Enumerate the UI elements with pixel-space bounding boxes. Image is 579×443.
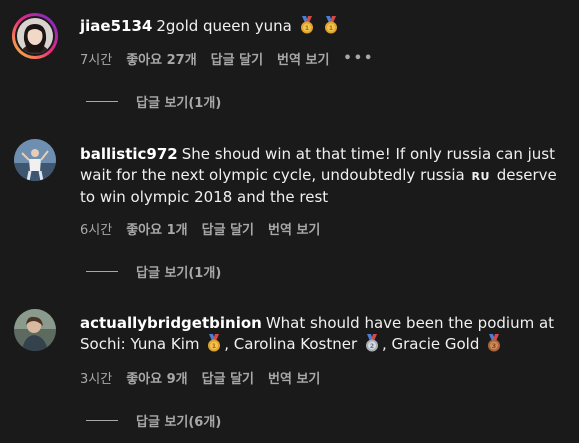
comment-meta: 3시간 좋아요 9개 답글 달기 번역 보기 [80,368,334,387]
gold-medal-icon: 1 [299,16,315,34]
view-replies-label: 답글 보기(1개) [136,266,222,281]
comment-meta: 7시간 좋아요 27개 답글 달기 번역 보기 ••• [80,49,388,68]
comment-text: jiae5134 2gold queen yuna 1 1 [80,16,560,37]
bronze-medal-icon: 3 [486,334,502,352]
svg-text:2: 2 [370,343,374,350]
avatar-ballistic972[interactable] [14,139,56,181]
view-replies-button[interactable]: 답글 보기(1개) [86,92,221,111]
avatar-jiae5134[interactable] [12,13,58,59]
divider-line [86,101,118,102]
comment-text: actuallybridgetbinion What should have be… [80,313,560,355]
russia-flag-icon: RU [471,170,490,183]
likes-count[interactable]: 좋아요 1개 [126,219,187,238]
silver-medal-icon: 2 [364,334,380,352]
reply-button[interactable]: 답글 달기 [202,368,254,387]
more-options-icon[interactable]: ••• [343,51,374,66]
view-replies-label: 답글 보기(6개) [136,415,222,430]
comment-meta: 6시간 좋아요 1개 답글 달기 번역 보기 [80,219,334,238]
translate-button[interactable]: 번역 보기 [268,368,320,387]
avatar-actuallybridgetbinion[interactable] [14,309,56,351]
comment-time: 3시간 [80,372,113,387]
gold-medal-icon: 1 [206,334,222,352]
comment-username[interactable]: ballistic972 [80,145,178,163]
svg-text:3: 3 [492,343,496,350]
comment-body-part-3: , Gracie Gold [381,335,480,353]
view-replies-label: 답글 보기(1개) [136,96,222,111]
translate-button[interactable]: 번역 보기 [268,219,320,238]
view-replies-button[interactable]: 답글 보기(1개) [86,262,221,281]
likes-count[interactable]: 좋아요 9개 [126,368,187,387]
view-replies-button[interactable]: 답글 보기(6개) [86,411,221,430]
reply-button[interactable]: 답글 달기 [202,219,254,238]
translate-button[interactable]: 번역 보기 [277,49,329,68]
divider-line [86,271,118,272]
reply-button[interactable]: 답글 달기 [211,49,263,68]
divider-line [86,420,118,421]
svg-text:1: 1 [212,343,216,350]
comment-username[interactable]: jiae5134 [80,17,152,35]
svg-text:1: 1 [305,25,309,32]
comment-body: 2gold queen yuna [156,17,292,35]
comment-time: 6시간 [80,223,113,238]
gold-medal-icon: 1 [323,16,339,34]
likes-count[interactable]: 좋아요 27개 [126,49,196,68]
comment-body-part-2: , Carolina Kostner [224,335,358,353]
comment-time: 7시간 [80,53,113,68]
svg-text:1: 1 [329,25,333,32]
comment-username[interactable]: actuallybridgetbinion [80,314,262,332]
comment-text: ballistic972 She shoud win at that time! … [80,144,560,208]
